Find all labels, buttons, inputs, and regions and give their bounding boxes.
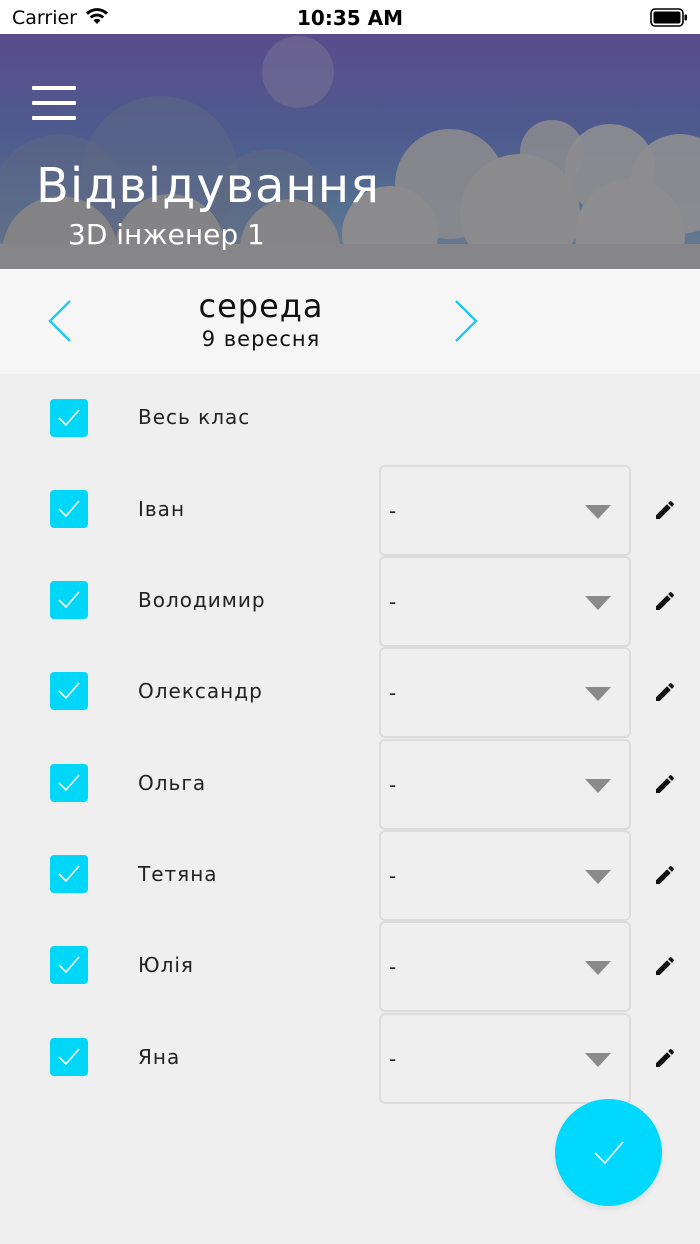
check-icon — [594, 1141, 624, 1165]
student-checkbox[interactable] — [50, 855, 88, 893]
menu-button[interactable] — [32, 86, 76, 122]
menu-icon-bar — [32, 101, 76, 105]
edit-note-button[interactable] — [653, 680, 677, 704]
menu-icon-bar — [32, 86, 76, 90]
clock: 10:35 AM — [296, 6, 403, 30]
chevron-left-icon — [48, 300, 71, 342]
battery-icon — [650, 8, 688, 32]
attendance-status-value: - — [389, 681, 397, 705]
pencil-icon — [656, 956, 675, 975]
attendance-status-value: - — [389, 499, 397, 523]
caret-down-icon — [585, 505, 611, 519]
caret-down-icon — [585, 779, 611, 793]
attendance-status-value: - — [389, 773, 397, 797]
check-icon — [58, 591, 80, 609]
student-name: Володимир — [138, 588, 266, 612]
check-icon — [58, 1048, 80, 1066]
student-checkbox[interactable] — [50, 764, 88, 802]
student-name: Олександр — [138, 679, 263, 703]
attendance-status-value: - — [389, 864, 397, 888]
status-bar: Carrier 10:35 AM — [0, 0, 700, 34]
attendance-status-select[interactable]: - — [379, 739, 631, 830]
page-title: Відвідування — [36, 158, 381, 214]
edit-note-button[interactable] — [653, 954, 677, 978]
edit-note-button[interactable] — [653, 589, 677, 613]
caret-down-icon — [585, 870, 611, 884]
caret-down-icon — [585, 596, 611, 610]
edit-note-button[interactable] — [653, 1046, 677, 1070]
student-name: Яна — [138, 1045, 181, 1069]
attendance-status-select[interactable]: - — [379, 465, 631, 556]
check-icon — [58, 774, 80, 792]
attendance-status-select[interactable]: - — [379, 921, 631, 1012]
next-day-button[interactable] — [450, 299, 480, 343]
attendance-status-select[interactable]: - — [379, 556, 631, 647]
pencil-icon — [656, 865, 675, 884]
check-icon — [58, 956, 80, 974]
check-icon — [58, 409, 80, 427]
whole-class-checkbox[interactable] — [50, 399, 88, 437]
date-navigator: середа 9 вересня — [0, 269, 700, 374]
student-checkbox[interactable] — [50, 581, 88, 619]
caret-down-icon — [585, 961, 611, 975]
student-name: Тетяна — [138, 862, 218, 886]
attendance-status-select[interactable]: - — [379, 647, 631, 738]
save-attendance-button[interactable] — [555, 1099, 662, 1206]
attendance-status-value: - — [389, 1047, 397, 1071]
student-name: Юлія — [138, 953, 194, 977]
selected-date: 9 вересня — [201, 327, 321, 351]
student-checkbox[interactable] — [50, 672, 88, 710]
page-subtitle: 3D інженер 1 — [68, 218, 265, 251]
attendance-status-select[interactable]: - — [379, 1013, 631, 1104]
selected-weekday: середа — [198, 287, 324, 325]
attendance-status-value: - — [389, 955, 397, 979]
chevron-right-icon — [455, 300, 478, 342]
caret-down-icon — [585, 687, 611, 701]
check-icon — [58, 865, 80, 883]
student-checkbox[interactable] — [50, 946, 88, 984]
student-name: Ольга — [138, 771, 207, 795]
pencil-icon — [656, 1048, 675, 1067]
pencil-icon — [656, 682, 675, 701]
student-checkbox[interactable] — [50, 490, 88, 528]
menu-icon-bar — [32, 116, 76, 120]
edit-note-button[interactable] — [653, 498, 677, 522]
edit-note-button[interactable] — [653, 863, 677, 887]
student-name: Іван — [138, 497, 186, 521]
whole-class-label: Весь клас — [138, 405, 251, 429]
pencil-icon — [656, 774, 675, 793]
header-banner: Відвідування 3D інженер 1 — [0, 34, 700, 269]
caret-down-icon — [585, 1053, 611, 1067]
attendance-status-select[interactable]: - — [379, 830, 631, 921]
check-icon — [58, 500, 80, 518]
check-icon — [58, 682, 80, 700]
previous-day-button[interactable] — [46, 299, 76, 343]
pencil-icon — [656, 500, 675, 519]
student-checkbox[interactable] — [50, 1038, 88, 1076]
attendance-status-value: - — [389, 590, 397, 614]
pencil-icon — [656, 591, 675, 610]
edit-note-button[interactable] — [653, 772, 677, 796]
